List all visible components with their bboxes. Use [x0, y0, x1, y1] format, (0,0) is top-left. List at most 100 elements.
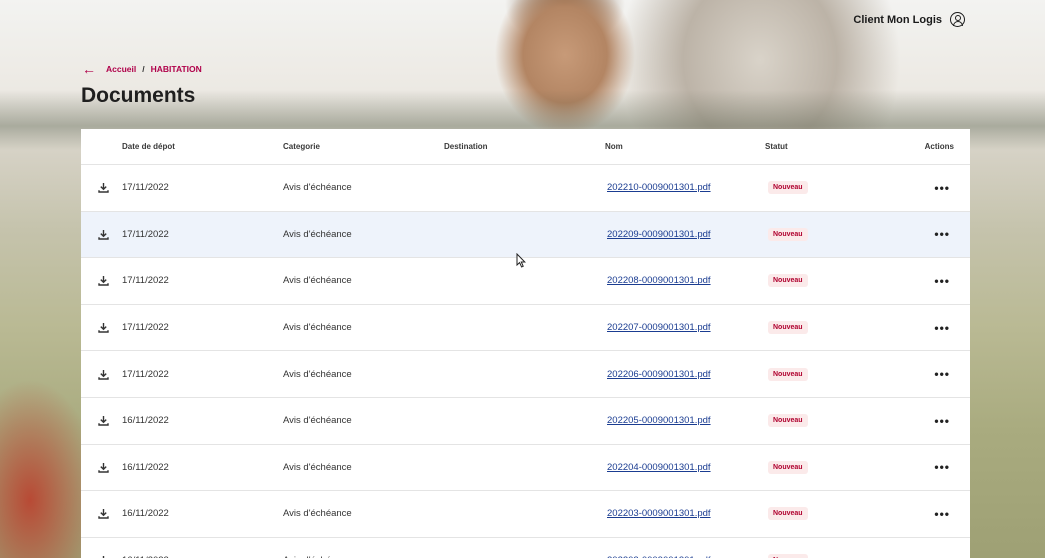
row-status-cell: Nouveau	[765, 227, 906, 241]
row-name-cell: 202208-0009001301.pdf	[605, 275, 765, 286]
page-title: Documents	[81, 84, 196, 107]
user-menu[interactable]: Client Mon Logis	[853, 12, 965, 27]
table-row[interactable]: 16/11/2022 Avis d'échéance 202203-000900…	[81, 491, 970, 538]
row-actions-cell: •••	[906, 322, 970, 334]
table-row[interactable]: 17/11/2022 Avis d'échéance 202210-000900…	[81, 165, 970, 212]
header-destination[interactable]: Destination	[444, 142, 605, 151]
download-cell	[81, 369, 122, 380]
status-badge: Nouveau	[768, 367, 808, 381]
breadcrumb: ← Accueil / HABITATION	[82, 62, 202, 76]
documents-table: Date de dépot Categorie Destination Nom …	[81, 129, 970, 558]
row-status-cell: Nouveau	[765, 414, 906, 428]
more-actions-icon[interactable]: •••	[934, 415, 950, 427]
download-icon[interactable]	[98, 322, 109, 333]
more-actions-icon[interactable]: •••	[934, 182, 950, 194]
row-date: 17/11/2022	[122, 182, 169, 194]
more-actions-icon[interactable]: •••	[934, 322, 950, 334]
document-link[interactable]: 202203-0009001301.pdf	[605, 508, 711, 519]
row-name-cell: 202210-0009001301.pdf	[605, 182, 765, 193]
header-actions: Actions	[924, 142, 954, 151]
row-category: Avis d'échéance	[283, 415, 352, 427]
row-name-cell: 202209-0009001301.pdf	[605, 229, 765, 240]
header-category[interactable]: Categorie	[283, 142, 444, 151]
document-link[interactable]: 202204-0009001301.pdf	[605, 462, 711, 473]
row-actions-cell: •••	[906, 182, 970, 194]
table-row[interactable]: 17/11/2022 Avis d'échéance 202207-000900…	[81, 304, 970, 352]
row-status-cell: Nouveau	[765, 367, 906, 381]
row-name-cell: 202207-0009001301.pdf	[605, 322, 765, 333]
document-link[interactable]: 202209-0009001301.pdf	[605, 229, 711, 240]
more-actions-icon[interactable]: •••	[934, 275, 950, 287]
download-cell	[81, 182, 122, 193]
breadcrumb-separator: /	[142, 64, 145, 74]
download-cell	[81, 322, 122, 333]
row-name-cell: 202204-0009001301.pdf	[605, 462, 765, 473]
more-actions-icon[interactable]: •••	[934, 461, 950, 473]
download-icon[interactable]	[98, 182, 109, 193]
breadcrumb-home[interactable]: Accueil	[106, 64, 136, 74]
download-icon[interactable]	[98, 415, 109, 426]
more-actions-icon[interactable]: •••	[934, 368, 950, 380]
table-row[interactable]: 17/11/2022 Avis d'échéance 202206-000900…	[81, 351, 970, 398]
status-badge: Nouveau	[768, 460, 808, 474]
row-actions-cell: •••	[906, 368, 970, 380]
arrow-left-icon[interactable]: ←	[82, 62, 96, 76]
row-category: Avis d'échéance	[283, 182, 352, 194]
download-icon[interactable]	[98, 508, 109, 520]
status-badge: Nouveau	[768, 321, 808, 335]
row-date: 17/11/2022	[122, 228, 169, 240]
row-date: 16/11/2022	[122, 415, 169, 427]
row-date: 16/11/2022	[122, 461, 169, 473]
download-cell	[81, 229, 122, 240]
status-badge: Nouveau	[768, 414, 808, 428]
row-status-cell: Nouveau	[765, 274, 906, 288]
user-circle-icon[interactable]	[950, 12, 965, 27]
document-link[interactable]: 202207-0009001301.pdf	[605, 322, 711, 333]
row-date: 17/11/2022	[122, 275, 169, 287]
header-date[interactable]: Date de dépot	[122, 142, 283, 151]
user-label[interactable]: Client Mon Logis	[853, 14, 942, 26]
row-status-cell: Nouveau	[765, 507, 906, 521]
table-row[interactable]: 16/11/2022 Avis d'échéance 202202-000900…	[81, 537, 970, 558]
row-category: Avis d'échéance	[283, 508, 352, 520]
header-status[interactable]: Statut	[765, 142, 906, 151]
mouse-cursor-icon	[516, 253, 526, 268]
download-icon[interactable]	[98, 462, 109, 473]
document-link[interactable]: 202210-0009001301.pdf	[605, 182, 711, 193]
download-cell	[81, 415, 122, 426]
more-actions-icon[interactable]: •••	[934, 508, 950, 520]
table-row[interactable]: 17/11/2022 Avis d'échéance 202209-000900…	[81, 211, 970, 259]
header-name[interactable]: Nom	[605, 142, 765, 151]
download-icon[interactable]	[98, 229, 109, 240]
row-status-cell: Nouveau	[765, 554, 906, 558]
row-status-cell: Nouveau	[765, 181, 906, 195]
status-badge: Nouveau	[768, 554, 808, 558]
table-row[interactable]: 16/11/2022 Avis d'échéance 202204-000900…	[81, 444, 970, 492]
row-status-cell: Nouveau	[765, 321, 906, 335]
document-link[interactable]: 202205-0009001301.pdf	[605, 415, 711, 426]
status-badge: Nouveau	[768, 227, 808, 241]
row-actions-cell: •••	[906, 275, 970, 287]
document-link[interactable]: 202208-0009001301.pdf	[605, 275, 711, 286]
row-category: Avis d'échéance	[283, 368, 352, 380]
document-link[interactable]: 202206-0009001301.pdf	[605, 369, 711, 380]
download-cell	[81, 275, 122, 287]
row-actions-cell: •••	[906, 461, 970, 473]
status-badge: Nouveau	[768, 181, 808, 195]
row-category: Avis d'échéance	[283, 322, 352, 334]
table-row[interactable]: 16/11/2022 Avis d'échéance 202205-000900…	[81, 397, 970, 445]
more-actions-icon[interactable]: •••	[934, 228, 950, 240]
row-category: Avis d'échéance	[283, 461, 352, 473]
table-header: Date de dépot Categorie Destination Nom …	[81, 129, 970, 165]
row-status-cell: Nouveau	[765, 460, 906, 474]
row-date: 16/11/2022	[122, 508, 169, 520]
download-icon[interactable]	[98, 275, 109, 287]
row-name-cell: 202206-0009001301.pdf	[605, 369, 765, 380]
row-actions-cell: •••	[906, 228, 970, 240]
row-category: Avis d'échéance	[283, 228, 352, 240]
row-date: 17/11/2022	[122, 368, 169, 380]
download-cell	[81, 462, 122, 473]
download-icon[interactable]	[98, 369, 109, 380]
breadcrumb-current[interactable]: HABITATION	[151, 64, 202, 74]
status-badge: Nouveau	[768, 274, 808, 288]
